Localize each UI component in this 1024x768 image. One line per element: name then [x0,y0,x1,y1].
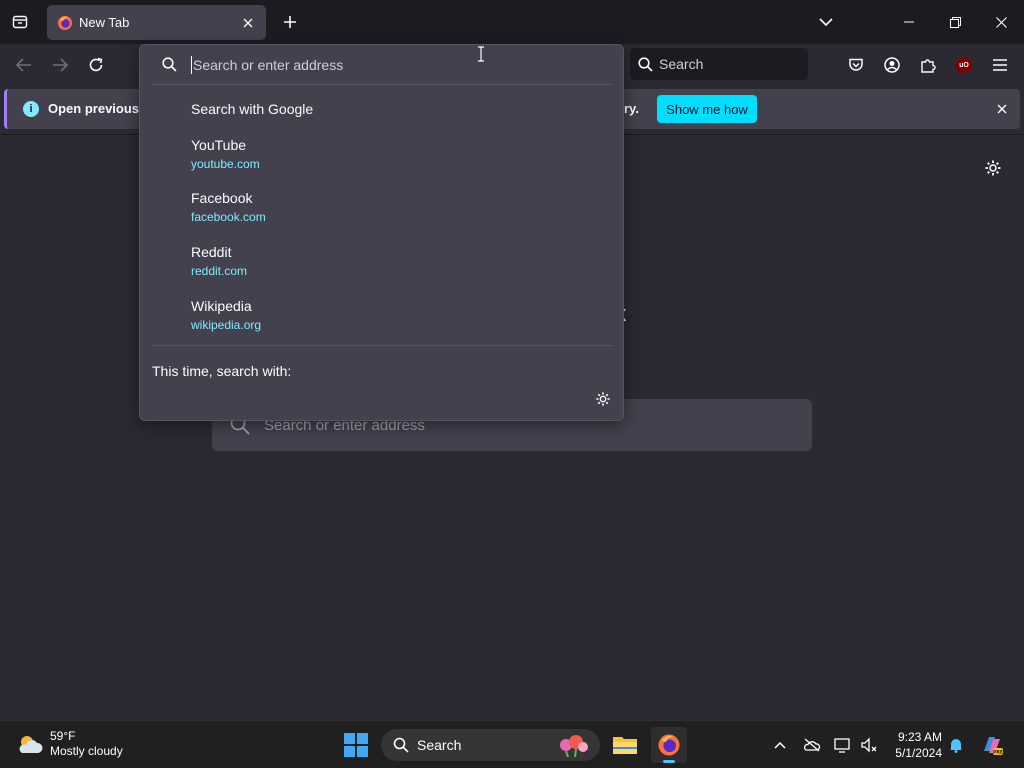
close-notification-icon[interactable] [994,101,1010,117]
onedrive-tray-icon[interactable] [802,735,822,755]
speaker-muted-icon [861,737,877,753]
ublock-icon: uO [956,57,972,73]
suggestion-wikipedia[interactable]: Wikipedia wikipedia.org [191,298,261,332]
address-bar-placeholder: Search or enter address [193,56,344,73]
suggestion-url: facebook.com [191,210,266,224]
account-button[interactable] [877,50,907,80]
weather-temp: 59°F [50,729,76,743]
svg-text:PRE: PRE [993,750,1003,756]
one-off-search-label: This time, search with: [152,363,292,379]
forward-button[interactable] [45,50,75,80]
tab-strip: New Tab [0,0,1024,44]
copilot-button[interactable]: PRE [980,733,1004,757]
tab-title: New Tab [79,15,130,30]
reload-icon [89,57,103,72]
suggestion-facebook[interactable]: Facebook facebook.com [191,190,266,224]
clock-date: 5/1/2024 [895,746,942,760]
puzzle-icon [921,59,936,73]
account-icon [884,57,900,73]
start-button[interactable] [344,733,368,757]
suggestion-title: Reddit [191,244,232,260]
volume-tray-icon[interactable] [859,735,879,755]
ublock-origin-button[interactable]: uO [949,50,979,80]
divider [152,345,613,346]
gear-icon [985,160,1001,176]
restore-button[interactable] [932,0,978,44]
suggestion-title: Wikipedia [191,298,252,314]
windows-logo-icon [344,733,355,744]
suggestion-url: youtube.com [191,157,260,171]
monitor-icon [834,738,850,753]
customize-newtab-button[interactable] [980,155,1006,181]
copilot-icon: PRE [984,737,1003,756]
plus-icon [284,16,296,28]
notifications-button[interactable] [946,735,966,755]
search-with-google-item[interactable]: Search with Google [191,101,313,117]
show-hidden-icons-button[interactable] [770,735,790,755]
firefox-icon [57,15,73,31]
hamburger-icon [993,59,1007,71]
taskbar-clock[interactable]: 9:23 AM 5/1/2024 [884,729,942,761]
taskbar-search[interactable]: Search [381,729,600,761]
weather-condition: Mostly cloudy [50,744,123,758]
suggestion-url: reddit.com [191,264,248,278]
close-icon [995,16,1007,28]
urlbar-dropdown: Search or enter address Search with Goog… [139,44,624,421]
pocket-button[interactable] [841,50,871,80]
chevron-up-icon [774,741,786,749]
address-bar[interactable]: Search or enter address [152,45,612,85]
active-app-indicator [663,760,675,763]
minimize-icon [904,21,914,23]
gear-icon [596,392,610,406]
tab-new-tab[interactable]: New Tab [47,5,266,40]
close-window-button[interactable] [978,0,1024,44]
back-button[interactable] [9,50,39,80]
suggestion-title: YouTube [191,137,247,153]
show-me-how-button[interactable]: Show me how [657,95,757,123]
extensions-button[interactable] [913,50,943,80]
partly-cloudy-icon [19,736,43,753]
new-tab-button[interactable] [276,8,304,36]
search-bar[interactable]: Search [630,48,808,80]
arrow-right-icon [53,58,68,72]
list-all-tabs-button[interactable] [812,8,840,36]
close-tab-icon[interactable] [240,15,256,31]
restore-icon [949,16,961,28]
firefox-view-icon [12,15,28,29]
search-icon [162,57,177,72]
clock-time: 9:23 AM [897,730,942,744]
firefox-view-button[interactable] [6,8,34,36]
suggestion-youtube[interactable]: YouTube youtube.com [191,137,260,171]
search-with-label: Search with Google [191,101,314,117]
info-icon: i [23,101,39,117]
reload-button[interactable] [81,50,111,80]
bell-icon [950,739,962,753]
suggestion-url: wikipedia.org [191,318,262,332]
file-explorer-taskbar-button[interactable] [607,727,643,763]
firefox-taskbar-button[interactable] [651,727,687,763]
pocket-icon [849,58,863,71]
firefox-icon [658,734,680,756]
cloud-off-icon [803,738,821,752]
flowers-icon [560,735,588,757]
search-bar-placeholder: Search [659,56,704,72]
app-menu-button[interactable] [985,50,1015,80]
text-caret [191,55,192,74]
i-beam-cursor-icon [478,46,484,62]
minimize-button[interactable] [886,0,932,44]
taskbar-search-label: Search [417,737,462,753]
suggestion-reddit[interactable]: Reddit reddit.com [191,244,247,278]
weather-widget[interactable]: 59°F Mostly cloudy [16,729,123,759]
chevron-down-icon [819,18,833,27]
search-icon [393,737,409,753]
suggestion-title: Facebook [191,190,253,206]
search-settings-button[interactable] [592,388,614,410]
folder-icon [613,737,637,754]
network-tray-icon[interactable] [833,735,853,755]
notification-text-tail: ry. [624,101,639,116]
windows-taskbar: 59°F Mostly cloudy Search 9:23 AM 5/1/20… [0,720,1024,768]
search-icon [638,56,653,72]
arrow-left-icon [16,58,31,72]
